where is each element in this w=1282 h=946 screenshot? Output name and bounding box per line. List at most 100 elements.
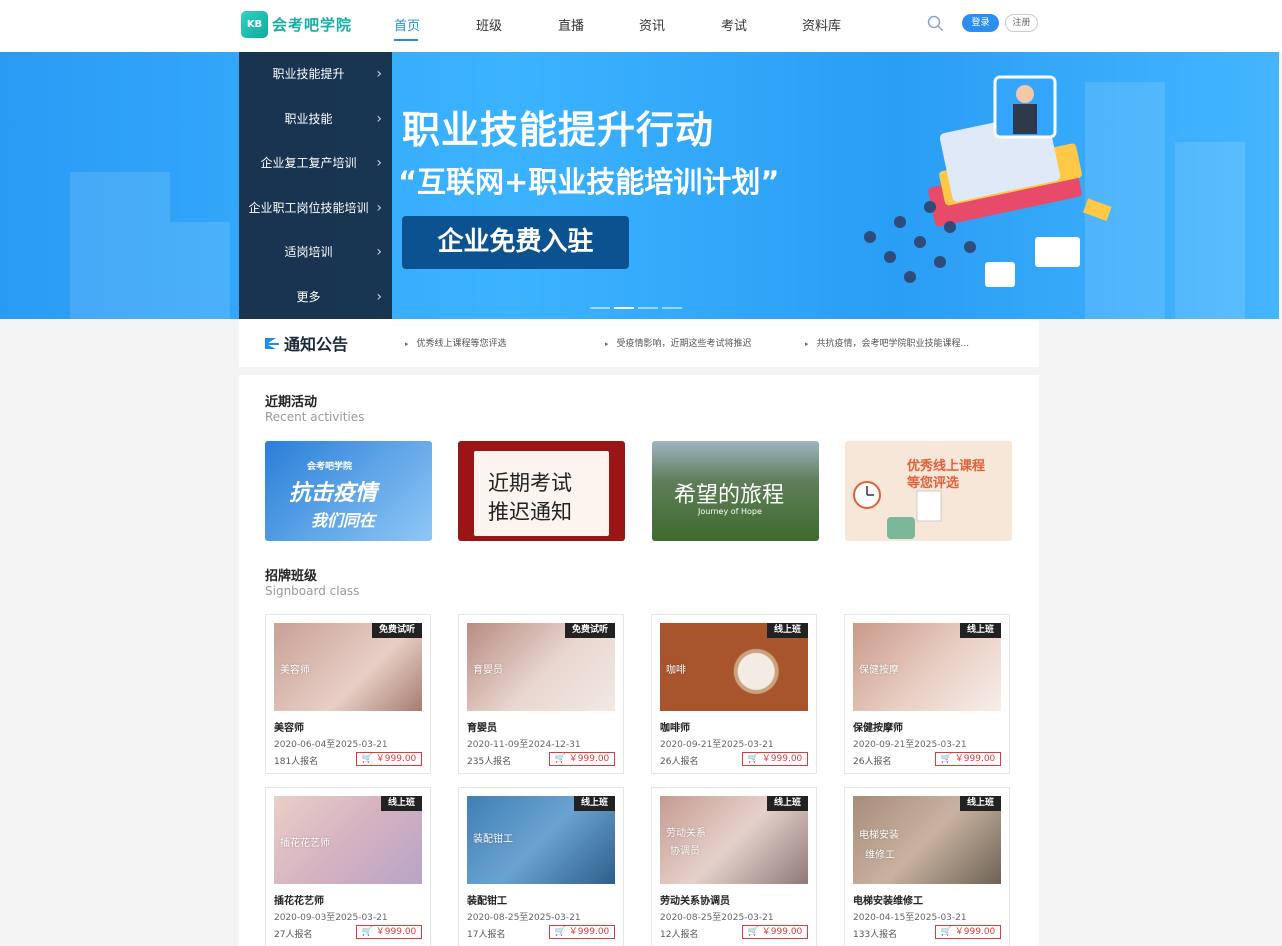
class-thumbnail-label: 育婴员 [473, 665, 503, 676]
class-price-button[interactable]: 🛒 ￥999.00 [935, 752, 1001, 766]
class-name: 电梯安装维修工 [853, 896, 923, 907]
recent-activities-title: 近期活动 [265, 395, 318, 410]
class-date: 2020-08-25至2025-03-21 [660, 913, 774, 923]
class-enroll-count: 26人报名 [853, 757, 892, 767]
class-price: ￥999.00 [954, 754, 996, 764]
class-enroll-count: 12人报名 [660, 930, 699, 940]
activity-card-exam-delay[interactable]: 近期考试 推迟通知 [458, 441, 625, 541]
class-price: ￥999.00 [761, 754, 803, 764]
activity-card-journey-of-hope[interactable]: 希望的旅程 Journey of Hope [652, 441, 819, 541]
class-price-button[interactable]: 🛒 ￥999.00 [356, 925, 422, 939]
class-card-elevator-repair[interactable]: 电梯安装 维修工 线上班 电梯安装维修工 2020-04-15至2025-03-… [844, 787, 1010, 946]
class-thumbnail-label: 保健按摩 [859, 665, 899, 676]
cart-icon: 🛒 [361, 754, 376, 764]
logo-text: 会考吧学院 [272, 16, 353, 34]
activity-card-text: 抗击疫情 [289, 481, 378, 506]
nav-exam[interactable]: 考试 [721, 15, 747, 34]
chevron-right-icon: › [376, 244, 382, 260]
class-name: 插花花艺师 [274, 896, 324, 907]
class-card-labor-coordinator[interactable]: 劳动关系 协调员 线上班 劳动关系协调员 2020-08-25至2025-03-… [651, 787, 817, 946]
main-content: 近期活动 Recent activities 会考吧学院 抗击疫情 我们同在 近… [239, 375, 1039, 946]
nav-classes[interactable]: 班级 [476, 15, 502, 34]
class-name: 育婴员 [467, 723, 497, 734]
class-thumbnail-label: 插花花艺师 [280, 838, 330, 849]
nav-home[interactable]: 首页 [394, 15, 420, 34]
category-item[interactable]: 企业复工复产培训 › [239, 141, 392, 186]
cart-icon: 🛒 [940, 754, 955, 764]
login-button[interactable]: 登录 [962, 14, 999, 32]
category-item[interactable]: 适岗培训 › [239, 230, 392, 275]
class-card-florist[interactable]: 插花花艺师 线上班 插花花艺师 2020-09-03至2025-03-21 27… [265, 787, 431, 946]
class-card-barista[interactable]: 咖啡 线上班 咖啡师 2020-09-21至2025-03-21 26人报名 🛒… [651, 614, 817, 774]
activity-card-text: 希望的旅程 [674, 483, 785, 508]
class-card-fitter[interactable]: 装配钳工 线上班 装配钳工 2020-08-25至2025-03-21 17人报… [458, 787, 624, 946]
category-label: 职业技能 [284, 111, 333, 126]
nav-live[interactable]: 直播 [558, 15, 584, 34]
notice-item[interactable]: 共抗疫情，会考吧学院职业技能课程... [805, 336, 970, 349]
activity-card-text: 近期考试 [488, 471, 572, 495]
class-card-childcare[interactable]: 育婴员 免费试听 育婴员 2020-11-09至2024-12-31 235人报… [458, 614, 624, 774]
notice-bar: 通知公告 优秀线上课程等您评选 受疫情影响，近期这些考试将推迟 共抗疫情，会考吧… [239, 319, 1039, 367]
class-date: 2020-09-21至2025-03-21 [660, 740, 774, 750]
search-icon[interactable] [927, 15, 944, 32]
chevron-right-icon: › [376, 66, 382, 82]
carousel-dot[interactable] [662, 307, 682, 309]
class-badge: 线上班 [380, 796, 422, 811]
signboard-class-subtitle: Signboard class [265, 584, 360, 598]
site-logo[interactable]: KB 会考吧学院 [241, 11, 352, 38]
carousel-dot[interactable] [590, 307, 610, 309]
chevron-right-icon: › [376, 155, 382, 171]
activity-card-online-course[interactable]: 优秀线上课程 等您评选 [845, 441, 1012, 541]
activity-card-text: 推迟通知 [488, 500, 572, 524]
carousel-dot-active[interactable] [614, 307, 634, 309]
class-thumbnail: 劳动关系 协调员 线上班 [660, 796, 808, 884]
class-price: ￥999.00 [375, 754, 417, 764]
class-price-button[interactable]: 🛒 ￥999.00 [356, 752, 422, 766]
carousel-dot[interactable] [638, 307, 658, 309]
banner-building-decor [170, 222, 230, 319]
class-price-button[interactable]: 🛒 ￥999.00 [549, 752, 615, 766]
hero-banner[interactable]: 职业技能提升 › 职业技能 › 企业复工复产培训 › 企业职工岗位技能培训 › 适岗培训… [0, 52, 1279, 319]
category-item[interactable]: 职业技能提升 › [239, 52, 392, 97]
nav-library[interactable]: 资料库 [802, 15, 841, 34]
class-thumbnail: 插花花艺师 线上班 [274, 796, 422, 884]
class-name: 保健按摩师 [853, 723, 903, 734]
banner-subtitle: “互联网+职业技能培训计划” [398, 165, 780, 199]
activity-card-anti-epidemic[interactable]: 会考吧学院 抗击疫情 我们同在 [265, 441, 432, 541]
class-enroll-count: 26人报名 [660, 757, 699, 767]
category-item[interactable]: 更多 › [239, 275, 392, 320]
class-date: 2020-09-21至2025-03-21 [853, 740, 967, 750]
category-label: 企业职工岗位技能培训 [248, 200, 369, 215]
class-name: 劳动关系协调员 [660, 896, 730, 907]
notice-item[interactable]: 受疫情影响，近期这些考试将推迟 [605, 336, 752, 349]
notice-item[interactable]: 优秀线上课程等您评选 [405, 336, 507, 349]
class-enroll-count: 27人报名 [274, 930, 313, 940]
recent-activities-subtitle: Recent activities [265, 410, 365, 424]
class-thumbnail-label: 维修工 [865, 850, 895, 861]
class-date: 2020-08-25至2025-03-21 [467, 913, 581, 923]
class-thumbnail-label: 美容师 [280, 665, 310, 676]
category-item[interactable]: 企业职工岗位技能培训 › [239, 186, 392, 231]
class-price-button[interactable]: 🛒 ￥999.00 [935, 925, 1001, 939]
class-thumbnail: 育婴员 免费试听 [467, 623, 615, 711]
register-button[interactable]: 注册 [1005, 14, 1038, 32]
category-item[interactable]: 职业技能 › [239, 97, 392, 142]
class-price-button[interactable]: 🛒 ￥999.00 [742, 925, 808, 939]
nav-news[interactable]: 资讯 [639, 15, 665, 34]
enterprise-join-button[interactable]: 企业免费入驻 [402, 216, 629, 269]
cart-icon: 🛒 [747, 927, 762, 937]
class-thumbnail-label: 协调员 [670, 846, 700, 857]
class-price-button[interactable]: 🛒 ￥999.00 [549, 925, 615, 939]
class-enroll-count: 17人报名 [467, 930, 506, 940]
top-header: KB 会考吧学院 首页 班级 直播 资讯 考试 资料库 登录 注册 [0, 0, 1282, 52]
class-name: 美容师 [274, 723, 304, 734]
banner-title: 职业技能提升行动 [402, 108, 715, 152]
activity-card-text: 会考吧学院 [307, 462, 353, 472]
class-price-button[interactable]: 🛒 ￥999.00 [742, 752, 808, 766]
chevron-right-icon: › [376, 199, 382, 216]
class-thumbnail: 装配钳工 线上班 [467, 796, 615, 884]
class-card-beautician[interactable]: 美容师 免费试听 美容师 2020-06-04至2025-03-21 181人报… [265, 614, 431, 774]
class-enroll-count: 133人报名 [853, 930, 898, 940]
class-enroll-count: 181人报名 [274, 757, 319, 767]
class-card-massage[interactable]: 保健按摩 线上班 保健按摩师 2020-09-21至2025-03-21 26人… [844, 614, 1010, 774]
